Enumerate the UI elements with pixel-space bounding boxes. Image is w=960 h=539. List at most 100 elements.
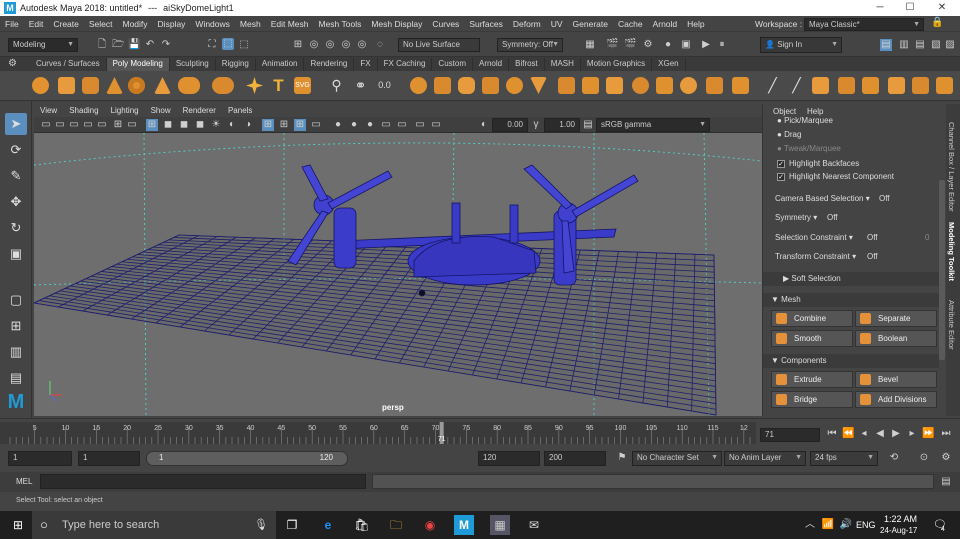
snap-surface-icon[interactable]: ◎ (356, 39, 368, 51)
menu-deform[interactable]: Deform (508, 19, 546, 29)
paint-select-icon[interactable]: ✎ (5, 165, 27, 187)
viewport-menu-panels[interactable]: Panels (222, 106, 258, 115)
gamma-icon[interactable]: γ (530, 119, 542, 131)
wireframe-icon[interactable]: ⊞ (146, 119, 158, 131)
shadows-icon[interactable]: ◐ (226, 119, 238, 131)
extract-icon[interactable] (656, 77, 673, 94)
select-hierarchy-icon[interactable]: ⛶ (206, 39, 218, 51)
menu-curves[interactable]: Curves (427, 19, 464, 29)
xray-joints-icon[interactable]: ⊞ (278, 119, 290, 131)
snap-point-icon[interactable]: ◎ (324, 39, 336, 51)
redo-icon[interactable]: ↷ (160, 39, 172, 51)
step-back-frame-icon[interactable]: ◂ (858, 428, 870, 440)
transform-constraint-dropdown[interactable]: Transform Constraint ▾ (775, 252, 856, 261)
menu-windows[interactable]: Windows (190, 19, 234, 29)
menu-surfaces[interactable]: Surfaces (464, 19, 508, 29)
film-gate-icon[interactable]: ▭ (126, 119, 138, 131)
shelf-tab-motion-graphics[interactable]: Motion Graphics (581, 58, 653, 71)
menu-select[interactable]: Select (84, 19, 118, 29)
poly-prism-icon[interactable] (154, 77, 171, 94)
loop-icon[interactable]: ⟲ (888, 452, 900, 464)
tool-settings-icon[interactable]: ▧ (930, 39, 942, 51)
menu-lock-icon[interactable]: 🔒 (931, 17, 943, 28)
drag-option[interactable]: ● Drag (777, 130, 801, 139)
play-forward-icon[interactable]: ▶ (890, 428, 902, 440)
slide-edge-icon[interactable] (838, 77, 855, 94)
save-scene-icon[interactable]: 💾 (128, 39, 140, 51)
quadrangulate-icon[interactable] (606, 77, 623, 94)
playback-end-field[interactable]: 120 (478, 451, 540, 466)
clock-date[interactable]: 24-Aug-17 (880, 526, 917, 535)
offset-loop-icon[interactable] (862, 77, 879, 94)
highlight-backfaces-checkbox[interactable]: ✓ Highlight Backfaces (777, 159, 859, 168)
merge-icon[interactable] (530, 77, 547, 94)
triangulate-icon[interactable] (582, 77, 599, 94)
notification-icon[interactable]: 🗨 (930, 515, 950, 535)
extrude-button[interactable]: Extrude (771, 371, 853, 388)
file-explorer-icon[interactable]: 🗀 (386, 515, 406, 535)
camera-based-selection-dropdown[interactable]: Camera Based Selection ▾ (775, 194, 870, 203)
step-forward-frame-icon[interactable]: ▸ (906, 428, 918, 440)
snap-curve-icon[interactable]: ◎ (308, 39, 320, 51)
windows-start-icon[interactable]: ⊞ (8, 515, 28, 535)
bridge-icon[interactable] (434, 77, 451, 94)
edge-browser-icon[interactable]: e (318, 515, 338, 535)
play-backward-icon[interactable]: ◀ (874, 428, 886, 440)
store-icon[interactable]: 🛍 (352, 515, 372, 535)
collapse-icon[interactable] (558, 77, 575, 94)
select-camera-icon[interactable]: ▭ (40, 119, 52, 131)
poly-cone-icon[interactable] (106, 77, 123, 94)
layout-icon[interactable]: ▥ (898, 39, 910, 51)
gate-mask-icon[interactable]: ▭ (396, 119, 408, 131)
boolean-button[interactable]: Boolean (855, 330, 937, 347)
camera-attributes-icon[interactable]: ▭ (68, 119, 80, 131)
viewport-persp[interactable]: persp (34, 133, 762, 416)
shelf-tab-sculpting[interactable]: Sculpting (170, 58, 216, 71)
menu-mesh[interactable]: Mesh (235, 19, 266, 29)
go-to-end-icon[interactable]: ⏭ (940, 428, 952, 440)
snap-grid-icon[interactable]: ⊞ (292, 39, 304, 51)
shelf-tab-mash[interactable]: MASH (545, 58, 581, 71)
depth-of-field-icon[interactable]: ● (364, 119, 376, 131)
task-view-icon[interactable]: ❐ (282, 515, 302, 535)
undo-icon[interactable]: ↶ (144, 39, 156, 51)
spin-edge-icon[interactable] (936, 77, 953, 94)
attribute-editor-icon[interactable]: ▤ (914, 39, 926, 51)
cleanup-icon[interactable]: 0.0 (376, 77, 393, 94)
bevel-icon[interactable] (458, 77, 475, 94)
separate-icon[interactable] (680, 77, 697, 94)
anim-layer-dropdown[interactable]: No Anim Layer ▼ (724, 451, 806, 466)
shelf-tab-rigging[interactable]: Rigging (216, 58, 256, 71)
resolution-gate-icon[interactable]: ▭ (380, 119, 392, 131)
add-divisions-button[interactable]: Add Divisions (855, 391, 937, 408)
components-section-header[interactable]: ▼ Components (763, 354, 939, 368)
persp-outliner-icon[interactable]: ▥ (5, 341, 27, 363)
shelf-tab-fx[interactable]: FX (354, 58, 378, 71)
pick-marquee-option[interactable]: ● Pick/Marquee (777, 116, 833, 125)
bridge-button[interactable]: Bridge (771, 391, 853, 408)
xray-icon[interactable]: ⊞ (262, 119, 274, 131)
tab-channel-box[interactable]: Channel Box / Layer Editor (947, 122, 956, 212)
current-frame-field[interactable]: 71 (760, 428, 820, 442)
animation-prefs-icon[interactable]: ⚙ (940, 452, 952, 464)
isolate-select-icon[interactable]: ⊞ (294, 119, 306, 131)
lasso-tool-icon[interactable]: ⟳ (5, 139, 27, 161)
single-perspective-icon[interactable]: ▢ (5, 289, 27, 311)
shelf-tab-fx-caching[interactable]: FX Caching (378, 58, 433, 71)
time-ruler[interactable]: 5 10 15 20 25 30 35 40 45 50 55 60 65 70 75 80 85 90 95 100… (0, 419, 760, 447)
smooth-icon[interactable] (212, 77, 234, 94)
shelf-tab-arnold[interactable]: Arnold (473, 58, 510, 71)
toolkit-menu-help[interactable]: Help (807, 107, 823, 116)
close-button[interactable]: ✕ (928, 0, 956, 16)
image-plane-icon[interactable]: ▭ (96, 119, 108, 131)
symmetry-toolkit-dropdown[interactable]: Symmetry ▾ (775, 213, 817, 222)
poly-cube-icon[interactable] (58, 77, 75, 94)
tab-modeling-toolkit[interactable]: Modeling Toolkit (947, 222, 956, 281)
menu-mesh-display[interactable]: Mesh Display (366, 19, 427, 29)
select-tool-icon[interactable]: ➤ (5, 113, 27, 135)
textured-icon[interactable]: ◼ (194, 119, 206, 131)
highlight-nearest-checkbox[interactable]: ✓ Highlight Nearest Component (777, 172, 894, 181)
mel-label[interactable]: MEL (16, 477, 32, 486)
field-chart-icon[interactable]: ▭ (414, 119, 426, 131)
script-editor-icon[interactable]: ▤ (940, 476, 952, 488)
